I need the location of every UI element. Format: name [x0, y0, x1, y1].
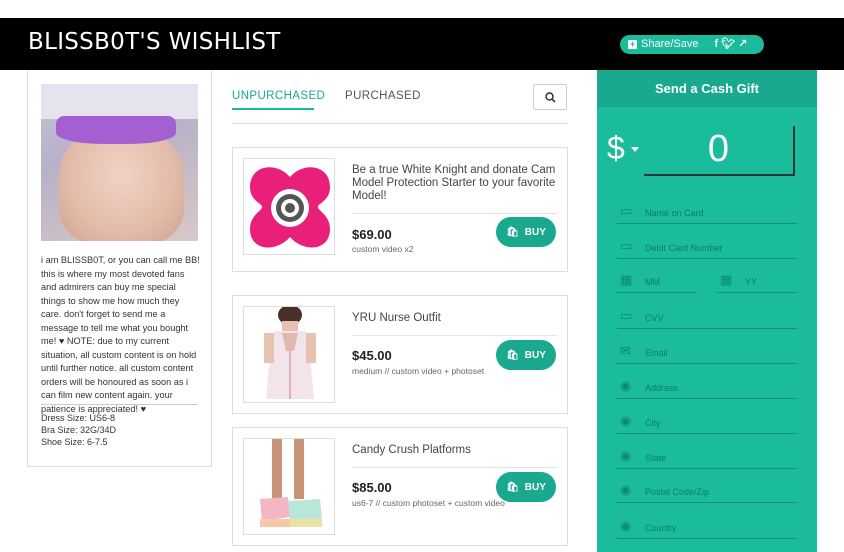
share-icon[interactable]: ↗: [738, 38, 750, 50]
item-image: [243, 438, 335, 535]
divider: [41, 404, 198, 405]
item-image: [243, 306, 335, 403]
card-icon: ▭: [620, 203, 633, 218]
cvv-field[interactable]: ▭ CVV: [617, 306, 797, 329]
wishlist-item: Be a true White Knight and donate Cam Mo…: [232, 147, 568, 272]
item-name: Candy Crush Platforms: [352, 444, 471, 456]
bra-size: Bra Size: 32G/34D: [41, 425, 117, 435]
item-note: us6-7 // custom photoset + custom video: [352, 498, 505, 508]
map-pin-icon: ◉: [620, 518, 632, 533]
profile-sizes: Dress Size: US6-8 Bra Size: 32G/34D Shoe…: [41, 412, 116, 448]
expiry-year-field[interactable]: ▦ YY: [717, 270, 797, 293]
card-icon: ▭: [620, 238, 633, 253]
dress-size: Dress Size: US6-8: [41, 413, 116, 423]
basket-icon: 🛍︎: [506, 349, 519, 361]
plus-icon: +: [628, 39, 637, 49]
chevron-down-icon[interactable]: [631, 147, 639, 152]
calendar-icon: ▦: [720, 272, 733, 287]
currency-selector[interactable]: $: [607, 130, 625, 167]
search-button[interactable]: [533, 84, 567, 110]
social-icons: f🐦︎↗: [714, 35, 750, 54]
profile-bio: i am BLISSB0T, or you can call me BB! th…: [41, 255, 200, 414]
item-price: $69.00: [352, 227, 392, 242]
map-pin-icon: ◉: [620, 448, 632, 463]
country-field[interactable]: ◉ Country: [617, 516, 797, 539]
item-note: custom video x2: [352, 244, 414, 254]
buy-label: BUY: [524, 226, 546, 238]
state-field[interactable]: ◉ State: [617, 446, 797, 469]
item-image: [243, 158, 335, 255]
envelope-icon: ✉: [620, 343, 631, 358]
map-pin-icon: ◉: [620, 413, 632, 428]
buy-label: BUY: [524, 481, 546, 493]
item-price: $85.00: [352, 480, 392, 495]
item-note: medium // custom video + photoset: [352, 366, 485, 376]
top-bar: BLISSB0T'S WISHLIST + Share/Save f🐦︎↗: [0, 18, 844, 70]
wishlist-item: Candy Crush Platforms $85.00 us6-7 // cu…: [232, 427, 568, 546]
share-save-button[interactable]: + Share/Save f🐦︎↗: [620, 35, 764, 54]
email-field[interactable]: ✉ Email: [617, 341, 797, 364]
name-on-card-field[interactable]: ▭ Name on Card: [617, 201, 797, 224]
address-field[interactable]: ◉ Address: [617, 376, 797, 399]
twitter-icon[interactable]: 🐦︎: [721, 38, 738, 50]
share-save-label: Share/Save: [641, 38, 699, 50]
cash-gift-title: Send a Cash Gift: [597, 70, 817, 107]
shoe-size: Shoe Size: 6-7.5: [41, 437, 108, 447]
basket-icon: 🛍︎: [506, 481, 519, 493]
postal-code-field[interactable]: ◉ Postal Code/Zip: [617, 480, 797, 503]
wishlist-tabs: UNPURCHASED PURCHASED: [232, 84, 568, 124]
tab-purchased[interactable]: PURCHASED: [345, 90, 421, 102]
active-tab-indicator: [232, 108, 314, 110]
map-pin-icon: ◉: [620, 482, 632, 497]
cash-gift-panel: Send a Cash Gift $ 0 ▭ Name on Card ▭ De…: [597, 70, 817, 552]
calendar-icon: ▦: [620, 272, 633, 287]
tab-unpurchased[interactable]: UNPURCHASED: [232, 90, 325, 102]
wishlist-item: YRU Nurse Outfit $45.00 medium // custom…: [232, 295, 568, 414]
city-field[interactable]: ◉ City: [617, 411, 797, 434]
card-number-field[interactable]: ▭ Debit Card Number: [617, 236, 797, 259]
expiry-month-field[interactable]: ▦ MM: [617, 270, 697, 293]
buy-button[interactable]: 🛍︎ BUY: [496, 472, 556, 502]
profile-photo: [41, 84, 198, 241]
buy-button[interactable]: 🛍︎ BUY: [496, 217, 556, 247]
buy-button[interactable]: 🛍︎ BUY: [496, 340, 556, 370]
map-pin-icon: ◉: [620, 378, 632, 393]
basket-icon: 🛍︎: [506, 226, 519, 238]
page-title: BLISSB0T'S WISHLIST: [28, 29, 281, 55]
item-name: YRU Nurse Outfit: [352, 312, 441, 324]
profile-card: i am BLISSB0T, or you can call me BB! th…: [27, 70, 212, 467]
item-price: $45.00: [352, 348, 392, 363]
amount-input[interactable]: 0: [644, 126, 795, 176]
item-name: Be a true White Knight and donate Cam Mo…: [352, 164, 556, 202]
card-icon: ▭: [620, 308, 633, 323]
search-icon: [544, 91, 556, 103]
buy-label: BUY: [524, 349, 546, 361]
